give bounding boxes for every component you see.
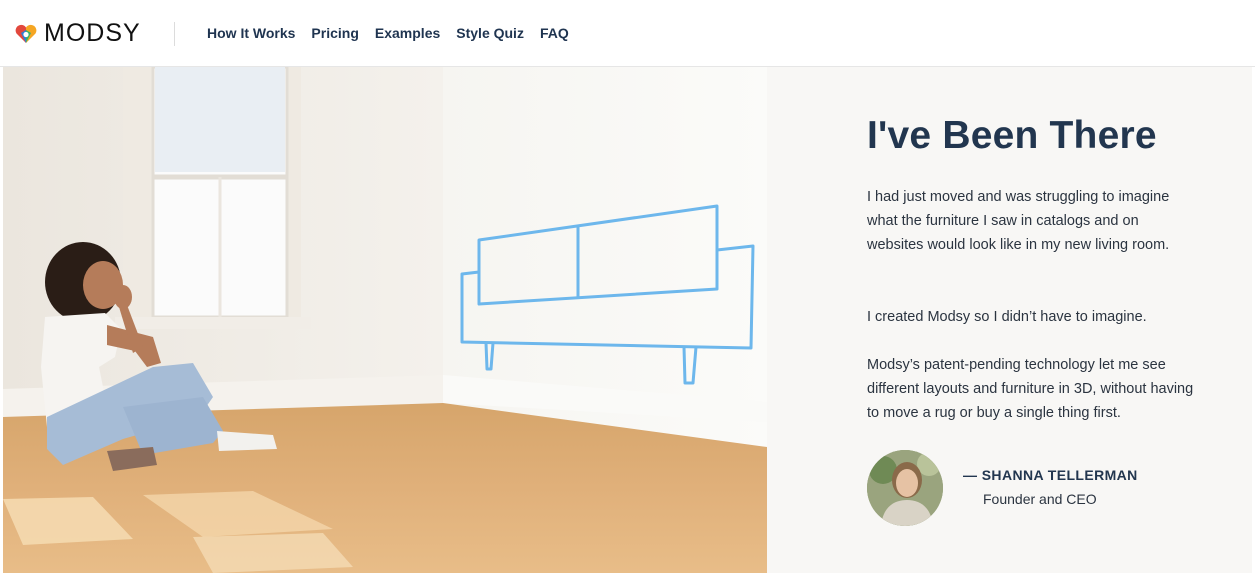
modsy-heart-logo-icon (15, 24, 37, 43)
site-header: MODSY How It Works Pricing Examples Styl… (0, 0, 1255, 67)
founder-story-panel: I've Been There I had just moved and was… (767, 67, 1252, 573)
founder-avatar (867, 450, 943, 526)
hero-photo (3, 67, 767, 573)
story-paragraph-3: Modsy’s patent-pending technology let me… (867, 357, 1194, 421)
nav-style-quiz[interactable]: Style Quiz (456, 25, 524, 41)
nav-examples[interactable]: Examples (375, 25, 440, 41)
page-edge-bottom (0, 573, 1255, 577)
modsy-logo-link[interactable]: MODSY (14, 19, 141, 48)
nav-pricing[interactable]: Pricing (311, 25, 358, 41)
story-paragraph-1: I had just moved and was struggling to i… (867, 189, 1170, 253)
nav-faq[interactable]: FAQ (540, 25, 569, 41)
header-divider (174, 22, 175, 46)
logo-wordmark: MODSY (44, 19, 141, 47)
nav-how-it-works[interactable]: How It Works (207, 25, 295, 41)
main-nav: How It Works Pricing Examples Style Quiz… (207, 25, 569, 41)
founder-name: — SHANNA TELLERMAN (963, 467, 1138, 483)
founder-role: Founder and CEO (983, 491, 1097, 507)
empty-room-illustration (3, 67, 767, 573)
section-title: I've Been There (867, 114, 1157, 157)
story-paragraph-2: I created Modsy so I didn’t have to imag… (867, 309, 1147, 325)
